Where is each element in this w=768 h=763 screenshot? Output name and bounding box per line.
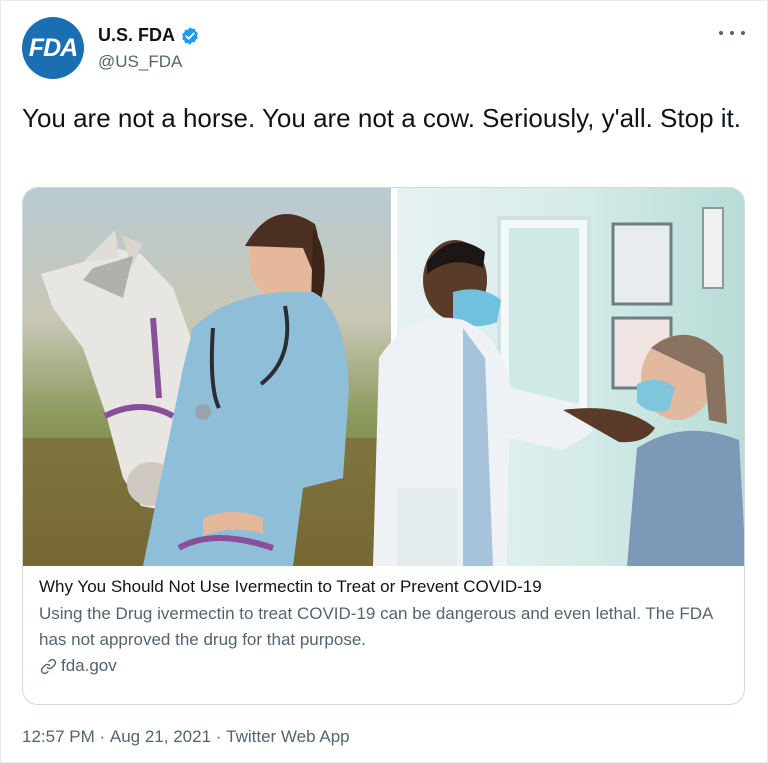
- card-domain[interactable]: fda.gov: [61, 656, 117, 676]
- meta-separator: ·: [94, 727, 110, 746]
- link-icon: [40, 658, 57, 674]
- card-title[interactable]: Why You Should Not Use Ivermectin to Tre…: [39, 573, 729, 601]
- tweet-meta: 12:57 PM · Aug 21, 2021 · Twitter Web Ap…: [22, 727, 350, 747]
- tweet-time[interactable]: 12:57 PM: [22, 727, 95, 747]
- verified-badge-icon: [180, 26, 200, 46]
- display-name[interactable]: U.S. FDA: [98, 25, 175, 46]
- tweet-text: You are not a horse. You are not a cow. …: [22, 103, 741, 133]
- tweet-date[interactable]: Aug 21, 2021: [110, 727, 211, 747]
- handle[interactable]: @US_FDA: [98, 52, 182, 72]
- card-text: Why You Should Not Use Ivermectin to Tre…: [39, 573, 729, 676]
- avatar-logo-text: FDA: [28, 33, 78, 62]
- link-card[interactable]: Why You Should Not Use Ivermectin to Tre…: [22, 187, 745, 705]
- meta-separator: ·: [211, 727, 227, 746]
- tweet-source[interactable]: Twitter Web App: [226, 727, 349, 747]
- author-name-row[interactable]: U.S. FDA: [98, 25, 200, 46]
- more-icon[interactable]: [719, 23, 745, 43]
- card-domain-row[interactable]: fda.gov: [39, 656, 729, 676]
- avatar[interactable]: FDA: [22, 17, 84, 79]
- card-image[interactable]: [23, 188, 744, 566]
- card-description: Using the Drug ivermectin to treat COVID…: [39, 604, 713, 649]
- tweet: FDA U.S. FDA @US_FDA You are not a horse…: [0, 0, 768, 763]
